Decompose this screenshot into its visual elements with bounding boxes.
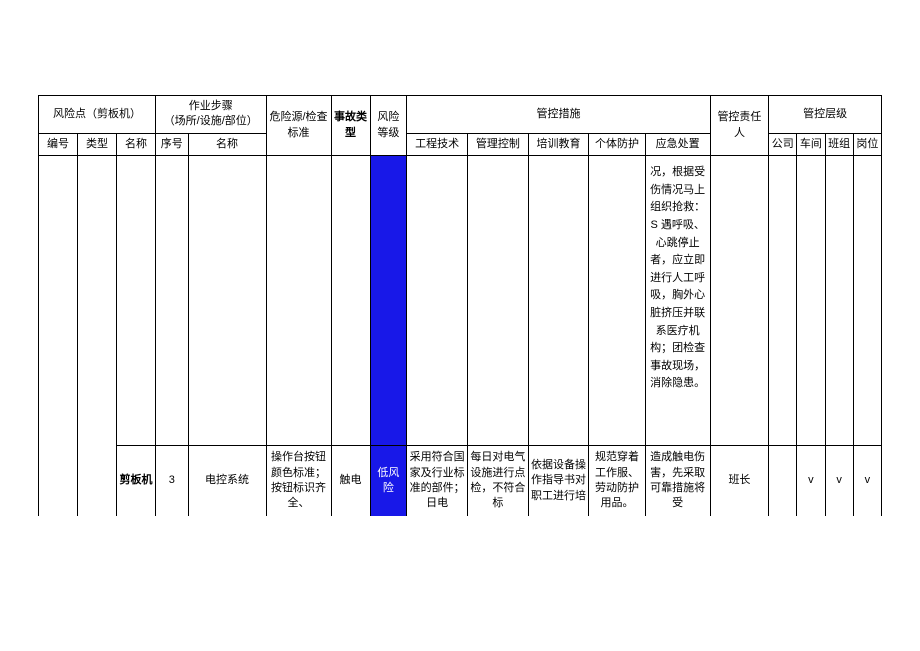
cell-mgmtctrl-upper (468, 156, 529, 446)
cell-risklevel: 低风险 (370, 446, 407, 516)
cell-team-chk: v (825, 446, 853, 516)
cell-responsible: 班长 (710, 446, 769, 516)
cell-training-upper (528, 156, 589, 446)
cell-workshop-chk: v (797, 446, 825, 516)
col-name: 名称 (117, 133, 156, 155)
cell-workshop-upper (797, 156, 825, 446)
col-training: 培训教育 (528, 133, 589, 155)
col-workshop: 车间 (797, 133, 825, 155)
cell-type (78, 156, 117, 516)
col-emergency: 应急处置 (645, 133, 710, 155)
col-control-responsible: 管控责任人 (710, 96, 769, 156)
col-company: 公司 (769, 133, 797, 155)
cell-stepname-upper (188, 156, 266, 446)
cell-emergency: 造成触电伤害，先采取可靠措施将受 (645, 446, 710, 516)
cell-company-chk (769, 446, 797, 516)
cell-ppe-upper (589, 156, 645, 446)
cell-company-upper (769, 156, 797, 446)
cell-accident: 触电 (331, 446, 370, 516)
data-row-upper: 况，根据受伤情况马上组织抢救：S 遇呼吸、心跳停止者，应立即进行人工呼吸，胸外心… (39, 156, 882, 446)
col-mgmt-ctrl: 管理控制 (468, 133, 529, 155)
col-seq: 序号 (156, 133, 189, 155)
cell-accident-upper (331, 156, 370, 446)
cell-mgmtctrl: 每日对电气设施进行点检，不符合标 (468, 446, 529, 516)
cell-responsible-upper (710, 156, 769, 446)
cell-risklevel-upper (370, 156, 407, 446)
cell-post-upper (853, 156, 881, 446)
col-control-level: 管控层级 (769, 96, 882, 134)
cell-id (39, 156, 78, 516)
cell-seq-upper (156, 156, 189, 446)
header-row-1: 风险点（剪板机） 作业步骤 （场所/设施/部位） 危险源/检查标准 事故类型 风… (39, 96, 882, 134)
col-eng-tech: 工程技术 (407, 133, 468, 155)
col-risk-level: 风险等级 (370, 96, 407, 156)
cell-engtech-upper (407, 156, 468, 446)
col-ppe: 个体防护 (589, 133, 645, 155)
col-post: 岗位 (853, 133, 881, 155)
cell-name: 剪板机 (117, 446, 156, 516)
cell-post-chk: v (853, 446, 881, 516)
col-accident-type: 事故类型 (331, 96, 370, 156)
data-row-lower: 剪板机 3 电控系统 操作台按钮颜色标准；按钮标识齐全、 触电 低风险 采用符合… (39, 446, 882, 516)
col-team: 班组 (825, 133, 853, 155)
cell-name-upper (117, 156, 156, 446)
cell-stepname: 电控系统 (188, 446, 266, 516)
col-step-name: 名称 (188, 133, 266, 155)
col-risk-point: 风险点（剪板机） (39, 96, 156, 134)
cell-seq: 3 (156, 446, 189, 516)
cell-engtech: 采用符合国家及行业标准的部件；日电 (407, 446, 468, 516)
cell-emergency-upper: 况，根据受伤情况马上组织抢救：S 遇呼吸、心跳停止者，应立即进行人工呼吸，胸外心… (645, 156, 710, 446)
cell-training: 依据设备操作指导书对职工进行培 (528, 446, 589, 516)
cell-hazard-upper (266, 156, 331, 446)
cell-ppe: 规范穿着工作服、劳动防护用品。 (589, 446, 645, 516)
cell-hazard: 操作台按钮颜色标准；按钮标识齐全、 (266, 446, 331, 516)
cell-team-upper (825, 156, 853, 446)
col-hazard-source: 危险源/检查标准 (266, 96, 331, 156)
col-type: 类型 (78, 133, 117, 155)
col-id: 编号 (39, 133, 78, 155)
col-work-step: 作业步骤 （场所/设施/部位） (156, 96, 267, 134)
col-control-measures: 管控措施 (407, 96, 710, 134)
risk-assessment-table: 风险点（剪板机） 作业步骤 （场所/设施/部位） 危险源/检查标准 事故类型 风… (38, 95, 882, 516)
